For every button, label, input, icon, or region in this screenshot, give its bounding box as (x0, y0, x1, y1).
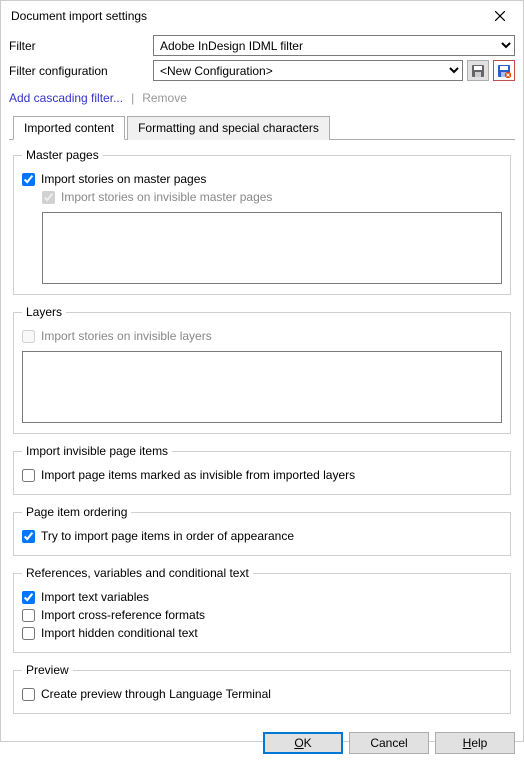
checkbox-import-invisible-layers (22, 330, 35, 343)
delete-config-button[interactable] (493, 60, 515, 81)
filter-config-row: Filter configuration <New Configuration> (9, 60, 515, 81)
checkbox-hidden-cond[interactable] (22, 627, 35, 640)
tab-formatting-label: Formatting and special characters (138, 121, 319, 135)
dialog-content: Filter Adobe InDesign IDML filter Filter… (1, 31, 523, 714)
fieldset-ordering: Page item ordering Try to import page it… (13, 505, 511, 556)
floppy-icon (471, 64, 485, 78)
row-import-invisible-items: Import page items marked as invisible fr… (22, 466, 502, 484)
ok-button-u: O (294, 736, 303, 750)
master-pages-listbox[interactable] (42, 212, 502, 284)
fieldset-layers: Layers Import stories on invisible layer… (13, 305, 511, 434)
ok-button[interactable]: OK (263, 732, 343, 754)
row-import-invisible-master: Import stories on invisible master pages (42, 188, 502, 206)
tab-imported-content[interactable]: Imported content (13, 116, 125, 140)
legend-invisible-items: Import invisible page items (22, 444, 172, 458)
row-hidden-cond: Import hidden conditional text (22, 624, 502, 642)
label-import-invisible-items: Import page items marked as invisible fr… (41, 468, 355, 482)
tab-panel-imported: Master pages Import stories on master pa… (9, 140, 515, 714)
label-try-order: Try to import page items in order of app… (41, 529, 294, 543)
row-import-invisible-layers: Import stories on invisible layers (22, 327, 502, 345)
checkbox-create-preview[interactable] (22, 688, 35, 701)
row-create-preview: Create preview through Language Terminal (22, 685, 502, 703)
checkbox-import-master[interactable] (22, 173, 35, 186)
legend-layers: Layers (22, 305, 66, 319)
fieldset-references: References, variables and conditional te… (13, 566, 511, 653)
add-cascading-filter-link[interactable]: Add cascading filter... (9, 91, 123, 105)
button-bar: OK Cancel Help (1, 724, 523, 762)
label-cross-ref: Import cross-reference formats (41, 608, 205, 622)
label-import-invisible-layers: Import stories on invisible layers (41, 329, 212, 343)
dialog-title: Document import settings (11, 9, 147, 23)
checkbox-import-invisible-master (42, 191, 55, 204)
label-import-master: Import stories on master pages (41, 172, 206, 186)
label-hidden-cond: Import hidden conditional text (41, 626, 198, 640)
checkbox-cross-ref[interactable] (22, 609, 35, 622)
label-text-vars: Import text variables (41, 590, 149, 604)
filter-select[interactable]: Adobe InDesign IDML filter (153, 35, 515, 56)
link-row: Add cascading filter... | Remove (9, 85, 515, 115)
cancel-button[interactable]: Cancel (349, 732, 429, 754)
help-button[interactable]: Help (435, 732, 515, 754)
legend-references: References, variables and conditional te… (22, 566, 253, 580)
legend-ordering: Page item ordering (22, 505, 131, 519)
tab-imported-label: Imported content (24, 121, 114, 135)
ok-button-rest: K (304, 736, 312, 750)
row-try-order: Try to import page items in order of app… (22, 527, 502, 545)
save-config-button[interactable] (467, 60, 489, 81)
row-import-master: Import stories on master pages (22, 170, 502, 188)
tab-strip: Imported content Formatting and special … (9, 115, 515, 140)
label-create-preview: Create preview through Language Terminal (41, 687, 271, 701)
fieldset-preview: Preview Create preview through Language … (13, 663, 511, 714)
floppy-delete-icon (497, 64, 511, 78)
close-icon (495, 11, 505, 21)
layers-listbox[interactable] (22, 351, 502, 423)
fieldset-master-pages: Master pages Import stories on master pa… (13, 148, 511, 295)
legend-master-pages: Master pages (22, 148, 103, 162)
filter-label: Filter (9, 39, 149, 53)
checkbox-text-vars[interactable] (22, 591, 35, 604)
tab-formatting[interactable]: Formatting and special characters (127, 116, 330, 140)
titlebar: Document import settings (1, 1, 523, 31)
filter-row: Filter Adobe InDesign IDML filter (9, 35, 515, 56)
fieldset-invisible-items: Import invisible page items Import page … (13, 444, 511, 495)
checkbox-import-invisible-items[interactable] (22, 469, 35, 482)
filter-config-select[interactable]: <New Configuration> (153, 60, 463, 81)
link-separator: | (131, 91, 134, 105)
row-text-vars: Import text variables (22, 588, 502, 606)
label-import-invisible-master: Import stories on invisible master pages (61, 190, 272, 204)
checkbox-try-order[interactable] (22, 530, 35, 543)
remove-filter-link: Remove (142, 91, 187, 105)
legend-preview: Preview (22, 663, 73, 677)
help-button-rest: elp (471, 736, 487, 750)
filter-config-label: Filter configuration (9, 64, 149, 78)
close-button[interactable] (485, 4, 515, 28)
row-cross-ref: Import cross-reference formats (22, 606, 502, 624)
